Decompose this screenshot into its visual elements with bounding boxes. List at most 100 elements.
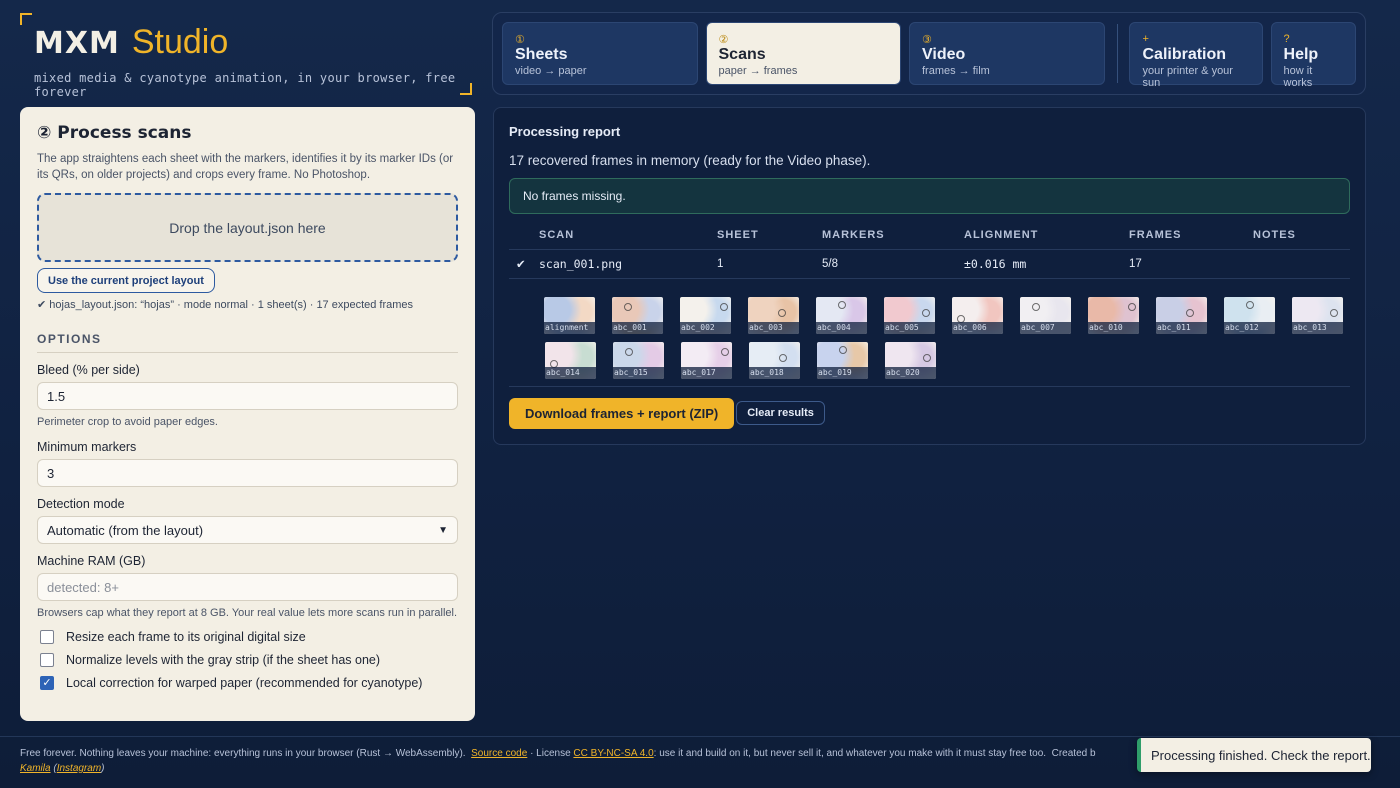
frame-thumbnail[interactable]: abc_020: [885, 341, 936, 379]
thumbnail-label: abc_020: [885, 366, 936, 379]
frame-thumbnail[interactable]: abc_019: [817, 341, 868, 379]
report-summary: 17 recovered frames in memory (ready for…: [509, 153, 871, 168]
layout-loaded-status: ✔ hojas_layout.json: “hojas” · mode norm…: [37, 299, 414, 311]
ram-input[interactable]: detected: 8+: [37, 573, 458, 601]
tab-label: Video: [922, 46, 966, 63]
author-link[interactable]: Kamila: [20, 763, 51, 774]
tab-number: ③: [922, 34, 932, 46]
download-zip-button[interactable]: Download frames + report (ZIP): [509, 397, 735, 429]
normalize-levels-checkbox[interactable]: [40, 653, 54, 667]
column-header-alignment: ALIGNMENT: [964, 222, 1129, 250]
instagram-link[interactable]: Instagram: [57, 763, 101, 774]
sheet-number: 1: [717, 249, 822, 279]
tab-label: Calibration: [1142, 46, 1227, 63]
frames-status-text: No frames missing.: [523, 189, 626, 203]
frame-thumbnail[interactable]: abc_003: [748, 296, 799, 334]
registration-ring-icon: [721, 347, 729, 356]
thumbnail-label: abc_004: [816, 321, 867, 334]
tab-help[interactable]: ? Help how it works: [1270, 22, 1356, 89]
tab-subtitle: paper → frames: [718, 65, 798, 77]
thumbnail-label: abc_007: [1020, 321, 1071, 334]
ram-label: Machine RAM (GB): [37, 554, 146, 568]
report-title: Processing report: [509, 124, 621, 139]
thumbnail-label: abc_001: [612, 321, 663, 334]
local-correction-checkbox[interactable]: ✓: [40, 676, 54, 690]
min-markers-input[interactable]: 3: [37, 459, 458, 487]
tab-calibration[interactable]: + Calibration your printer & your sun: [1129, 22, 1263, 89]
resize-frame-checkbox[interactable]: [40, 630, 54, 644]
thumbnail-label: abc_017: [681, 366, 732, 379]
options-heading: OPTIONS: [37, 332, 458, 353]
tab-sheets[interactable]: ① Sheets video → paper: [502, 22, 698, 85]
license-link[interactable]: CC BY-NC-SA 4.0: [573, 748, 653, 759]
frame-thumbnail[interactable]: abc_012: [1224, 296, 1275, 334]
report-actions: Download frames + report (ZIP) Clear res…: [509, 397, 1350, 429]
thumbnail-label: abc_010: [1088, 321, 1139, 334]
source-code-link[interactable]: Source code: [471, 748, 527, 759]
frame-thumbnail[interactable]: abc_007: [1020, 296, 1071, 334]
frame-thumbnail[interactable]: abc_011: [1156, 296, 1207, 334]
frame-thumbnail[interactable]: alignment: [544, 296, 595, 334]
brand-corner-top-left: [20, 13, 32, 25]
markers-count: 5/8: [822, 249, 964, 279]
resize-frame-option: Resize each frame to its original digita…: [37, 630, 458, 644]
frame-thumbnail[interactable]: abc_018: [749, 341, 800, 379]
table-header-row: SCAN SHEET MARKERS ALIGNMENT FRAMES NOTE…: [509, 222, 1350, 250]
resize-frame-label: Resize each frame to its original digita…: [66, 630, 306, 644]
normalize-levels-label: Normalize levels with the gray strip (if…: [66, 653, 381, 667]
tab-subtitle: how it works: [1283, 65, 1313, 89]
frame-thumbnail[interactable]: abc_015: [613, 341, 664, 379]
registration-ring-icon: [839, 345, 847, 354]
registration-ring-icon: [922, 308, 930, 317]
license-prefix: · License: [530, 748, 571, 759]
tab-subtitle: your printer & your sun: [1142, 65, 1233, 89]
layout-drop-zone[interactable]: Drop the layout.json here: [37, 193, 458, 262]
drop-zone-label: Drop the layout.json here: [169, 219, 326, 236]
frame-thumbnail[interactable]: abc_006: [952, 296, 1003, 334]
footer-text: Free forever. Nothing leaves your machin…: [20, 748, 466, 759]
brand-corner-bottom-right: [460, 83, 472, 95]
detection-mode-label: Detection mode: [37, 497, 125, 511]
registration-ring-icon: [1128, 302, 1136, 311]
ram-placeholder: detected: 8+: [47, 579, 119, 595]
detection-mode-value: Automatic (from the layout): [47, 522, 204, 538]
thumbnail-label: abc_002: [680, 321, 731, 334]
license-text: : use it and build on it, but never sell…: [653, 748, 1047, 759]
frame-thumbnail[interactable]: abc_001: [612, 296, 663, 334]
frame-thumbnail[interactable]: abc_017: [681, 341, 732, 379]
column-header-notes: NOTES: [1253, 222, 1350, 250]
thumbnail-label: abc_005: [884, 321, 935, 334]
column-header-markers: MARKERS: [822, 222, 964, 250]
frame-thumbnail[interactable]: abc_013: [1292, 296, 1343, 334]
chevron-down-icon: ▼: [438, 524, 448, 536]
panel-description: The app straightens each sheet with the …: [37, 153, 454, 181]
tab-subtitle: frames → film: [922, 65, 990, 77]
thumbnail-label: abc_014: [545, 366, 596, 379]
frame-thumbnails: alignment abc_001 abc_002 abc_003 abc_004 abc…: [509, 279, 1350, 387]
frame-thumbnail[interactable]: abc_014: [545, 341, 596, 379]
registration-ring-icon: [1246, 300, 1254, 309]
frame-thumbnail[interactable]: abc_002: [680, 296, 731, 334]
tab-scans[interactable]: ② Scans paper → frames: [705, 22, 901, 85]
clear-results-button[interactable]: Clear results: [736, 401, 825, 425]
thumbnail-label: abc_011: [1156, 321, 1207, 334]
column-header-sheet: SHEET: [717, 222, 822, 250]
tab-video[interactable]: ③ Video frames → film: [909, 22, 1105, 85]
tab-number: ?: [1283, 33, 1290, 45]
registration-ring-icon: [923, 353, 931, 362]
bleed-input[interactable]: 1.5: [37, 382, 458, 410]
min-markers-label: Minimum markers: [37, 440, 137, 454]
use-current-layout-button[interactable]: Use the current project layout: [37, 268, 215, 293]
detection-mode-select[interactable]: Automatic (from the layout) ▼: [37, 516, 458, 544]
registration-ring-icon: [720, 302, 728, 311]
frame-thumbnail[interactable]: abc_004: [816, 296, 867, 334]
frame-thumbnail[interactable]: abc_010: [1088, 296, 1139, 334]
bleed-label: Bleed (% per side): [37, 363, 140, 377]
scans-table: SCAN SHEET MARKERS ALIGNMENT FRAMES NOTE…: [509, 222, 1350, 279]
tab-label: Help: [1283, 46, 1319, 63]
frame-thumbnail[interactable]: abc_005: [884, 296, 935, 334]
created-by-text: Created b: [1051, 748, 1096, 759]
registration-ring-icon: [838, 300, 846, 309]
thumbnail-label: abc_012: [1224, 321, 1275, 334]
checkmark-icon: ✓: [42, 676, 52, 689]
